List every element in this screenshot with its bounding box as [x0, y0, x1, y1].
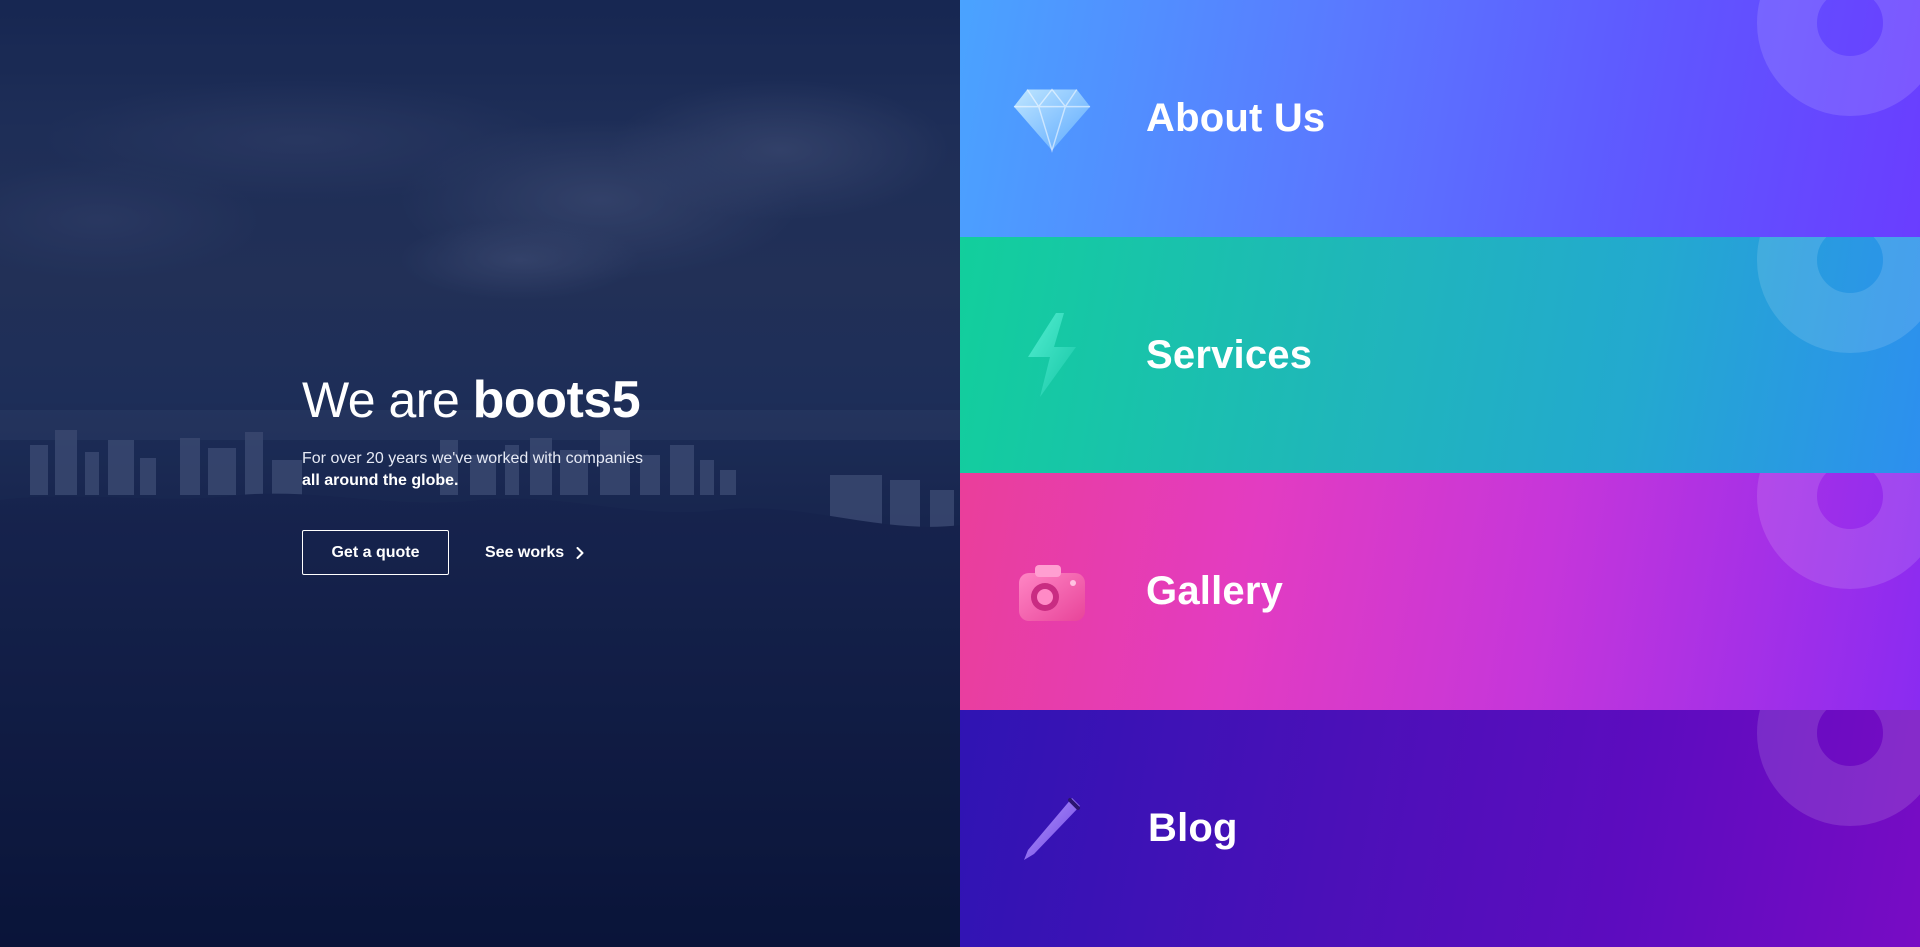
brand-name: boots5 — [472, 371, 641, 429]
pen-icon — [1012, 789, 1092, 869]
ring-decoration — [1757, 710, 1920, 826]
get-a-quote-button[interactable]: Get a quote — [302, 530, 449, 575]
panel-gallery[interactable]: Gallery — [960, 473, 1920, 710]
hero-subtitle: For over 20 years we've worked with comp… — [302, 448, 722, 492]
hero-subtitle-line1: For over 20 years we've worked with comp… — [302, 450, 643, 467]
see-works-link[interactable]: See works — [485, 544, 584, 562]
ring-decoration — [1757, 237, 1920, 353]
nav-panels: About Us Services Gallery Blog — [960, 0, 1920, 947]
panel-label-gallery: Gallery — [1146, 569, 1284, 613]
hero-subtitle-line2: all around the globe. — [302, 472, 459, 489]
hero-actions: Get a quote See works — [302, 530, 722, 575]
see-works-label: See works — [485, 543, 565, 561]
hero-section: We are boots5 For over 20 years we've wo… — [0, 0, 960, 947]
panel-about-us[interactable]: About Us — [960, 0, 1920, 237]
hero-title-prefix: We are — [302, 372, 460, 428]
panel-label-blog: Blog — [1148, 806, 1238, 850]
panel-label-services: Services — [1146, 332, 1313, 377]
hero-title: We are boots5 — [302, 372, 722, 428]
panel-blog[interactable]: Blog — [960, 710, 1920, 947]
panel-label-about-us: About Us — [1146, 96, 1326, 140]
ring-decoration — [1757, 0, 1920, 116]
camera-icon — [1012, 552, 1092, 632]
diamond-icon — [1012, 79, 1092, 159]
panel-services[interactable]: Services — [960, 237, 1920, 473]
lightning-icon — [1012, 313, 1092, 397]
hero-content: We are boots5 For over 20 years we've wo… — [302, 372, 722, 575]
ring-decoration — [1757, 473, 1920, 589]
chevron-right-icon — [576, 546, 584, 559]
